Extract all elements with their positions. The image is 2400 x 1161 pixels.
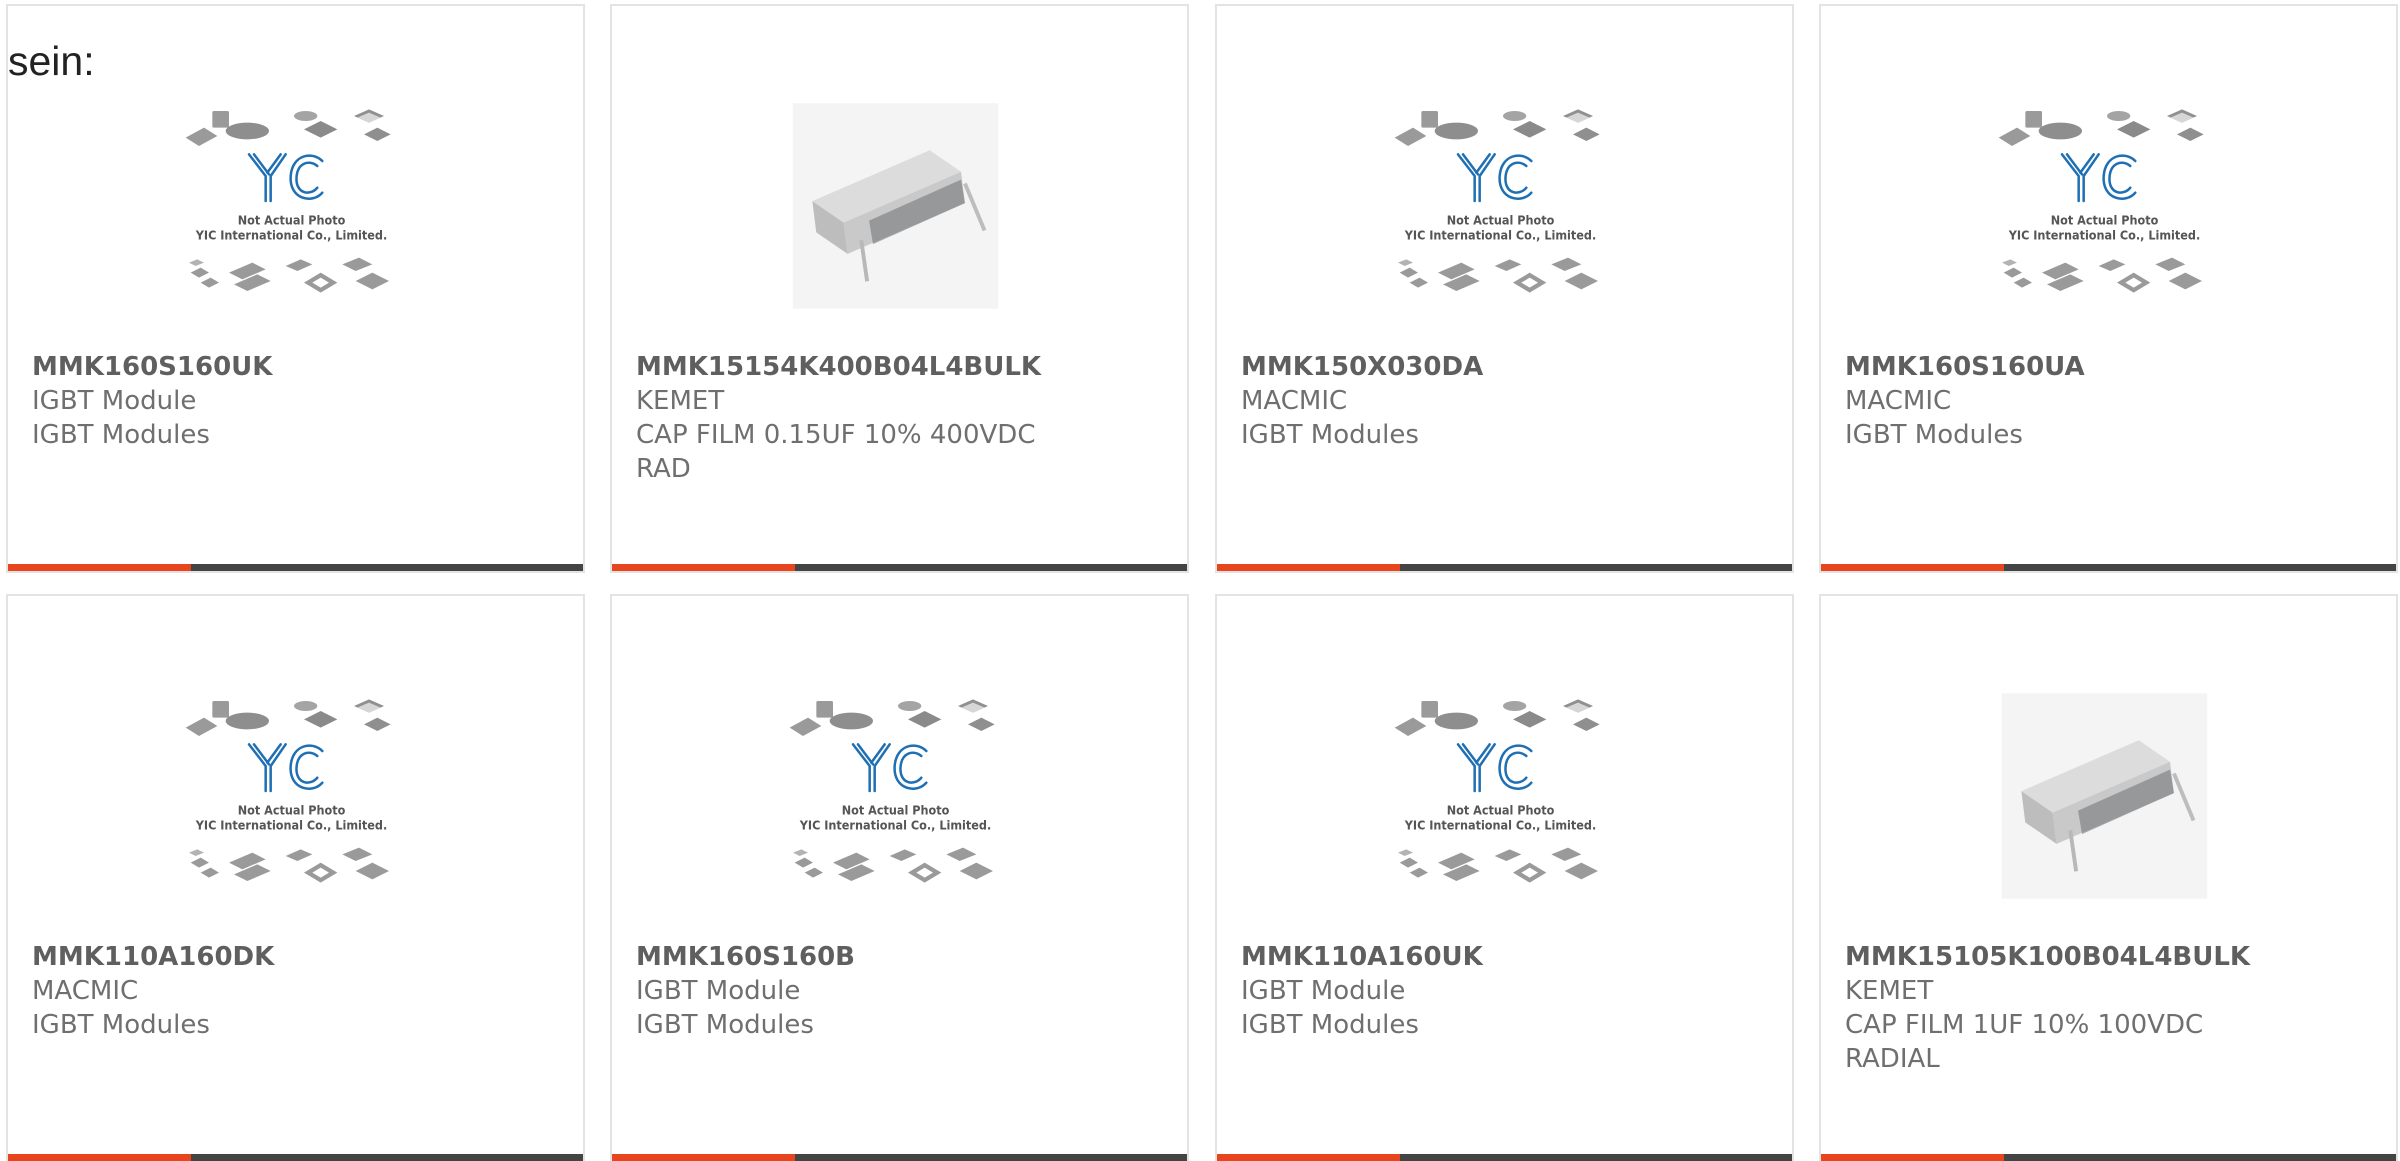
card-accent-bar: [1821, 1154, 2396, 1161]
card-accent-bar: [1821, 564, 2396, 571]
svg-text:YIC International Co., Limited: YIC International Co., Limited.: [799, 817, 992, 832]
product-description-cont: RADIAL: [1845, 1044, 1940, 1074]
not-actual-photo-placeholder: Not Actual Photo YIC International Co., …: [185, 109, 391, 293]
film-capacitor-photo: [792, 103, 999, 309]
product-manufacturer: IGBT Module: [636, 976, 801, 1006]
card-accent-bar: [1217, 564, 1792, 571]
product-description: IGBT Modules: [1241, 1010, 1419, 1040]
product-image[interactable]: Not Actual Photo YIC International Co., …: [783, 661, 1008, 931]
product-manufacturer: MACMIC: [1241, 386, 1348, 416]
product-part-number[interactable]: MMK15105K100B04L4BULK: [1845, 940, 2376, 974]
svg-text:YIC International Co., Limited: YIC International Co., Limited.: [195, 227, 388, 242]
product-description: IGBT Modules: [636, 1010, 814, 1040]
not-actual-photo-placeholder: Not Actual Photo YIC International Co., …: [1394, 699, 1600, 883]
svg-text:Not Actual Photo: Not Actual Photo: [2051, 212, 2159, 227]
product-manufacturer: KEMET: [636, 386, 725, 416]
card-accent-bar: [8, 1154, 583, 1161]
product-card[interactable]: Not Actual Photo YIC International Co., …: [610, 594, 1189, 1161]
svg-text:YIC International Co., Limited: YIC International Co., Limited.: [1404, 227, 1597, 242]
product-grid-page: sein: Not Actual Photo YIC International…: [0, 0, 2400, 1161]
card-accent-bar: [1217, 1154, 1792, 1161]
product-part-number[interactable]: MMK160S160UA: [1845, 350, 2376, 384]
card-accent-bar: [612, 564, 1187, 571]
svg-text:Not Actual Photo: Not Actual Photo: [238, 212, 346, 227]
product-image[interactable]: [783, 71, 1008, 341]
not-actual-photo-placeholder: Not Actual Photo YIC International Co., …: [789, 699, 995, 883]
svg-text:Not Actual Photo: Not Actual Photo: [842, 802, 950, 817]
svg-text:Not Actual Photo: Not Actual Photo: [238, 802, 346, 817]
product-part-number[interactable]: MMK110A160UK: [1241, 940, 1772, 974]
product-info: MMK160S160UK IGBT Module IGBT Modules: [32, 350, 563, 452]
product-info: MMK110A160DK MACMIC IGBT Modules: [32, 940, 563, 1042]
product-card[interactable]: Not Actual Photo YIC International Co., …: [6, 594, 585, 1161]
product-info: MMK150X030DA MACMIC IGBT Modules: [1241, 350, 1772, 452]
product-description: IGBT Modules: [1845, 420, 2023, 450]
product-card[interactable]: Not Actual Photo YIC International Co., …: [1819, 4, 2398, 573]
product-part-number[interactable]: MMK15154K400B04L4BULK: [636, 350, 1167, 384]
product-description: CAP FILM 1UF 10% 100VDC: [1845, 1010, 2204, 1040]
svg-text:Not Actual Photo: Not Actual Photo: [1447, 802, 1555, 817]
product-manufacturer: MACMIC: [32, 976, 139, 1006]
product-info: MMK15105K100B04L4BULK KEMET CAP FILM 1UF…: [1845, 940, 2376, 1076]
product-info: MMK160S160B IGBT Module IGBT Modules: [636, 940, 1167, 1042]
film-capacitor-photo: [2001, 693, 2208, 899]
product-manufacturer: MACMIC: [1845, 386, 1952, 416]
product-card[interactable]: MMK15105K100B04L4BULK KEMET CAP FILM 1UF…: [1819, 594, 2398, 1161]
product-image[interactable]: Not Actual Photo YIC International Co., …: [1388, 71, 1613, 341]
product-description-cont: RAD: [636, 454, 691, 484]
product-part-number[interactable]: MMK160S160UK: [32, 350, 563, 384]
product-description: CAP FILM 0.15UF 10% 400VDC: [636, 420, 1036, 450]
product-card[interactable]: Not Actual Photo YIC International Co., …: [1215, 4, 1794, 573]
not-actual-photo-placeholder: Not Actual Photo YIC International Co., …: [1394, 109, 1600, 293]
product-part-number[interactable]: MMK110A160DK: [32, 940, 563, 974]
product-image[interactable]: Not Actual Photo YIC International Co., …: [179, 661, 404, 931]
svg-text:YIC International Co., Limited: YIC International Co., Limited.: [1404, 817, 1597, 832]
product-manufacturer: IGBT Module: [1241, 976, 1406, 1006]
product-image[interactable]: [1992, 661, 2217, 931]
not-actual-photo-placeholder: Not Actual Photo YIC International Co., …: [185, 699, 391, 883]
svg-text:YIC International Co., Limited: YIC International Co., Limited.: [2008, 227, 2201, 242]
intro-text: sein:: [8, 38, 95, 84]
product-card[interactable]: Not Actual Photo YIC International Co., …: [6, 4, 585, 573]
product-image[interactable]: Not Actual Photo YIC International Co., …: [1992, 71, 2217, 341]
product-description: IGBT Modules: [32, 420, 210, 450]
product-info: MMK160S160UA MACMIC IGBT Modules: [1845, 350, 2376, 452]
product-image[interactable]: Not Actual Photo YIC International Co., …: [179, 71, 404, 341]
product-card[interactable]: Not Actual Photo YIC International Co., …: [1215, 594, 1794, 1161]
product-manufacturer: KEMET: [1845, 976, 1934, 1006]
product-part-number[interactable]: MMK160S160B: [636, 940, 1167, 974]
product-manufacturer: IGBT Module: [32, 386, 197, 416]
svg-text:Not Actual Photo: Not Actual Photo: [1447, 212, 1555, 227]
card-accent-bar: [8, 564, 583, 571]
product-card[interactable]: MMK15154K400B04L4BULK KEMET CAP FILM 0.1…: [610, 4, 1189, 573]
product-description: IGBT Modules: [32, 1010, 210, 1040]
not-actual-photo-placeholder: Not Actual Photo YIC International Co., …: [1998, 109, 2204, 293]
card-accent-bar: [612, 1154, 1187, 1161]
product-image[interactable]: Not Actual Photo YIC International Co., …: [1388, 661, 1613, 931]
product-info: MMK15154K400B04L4BULK KEMET CAP FILM 0.1…: [636, 350, 1167, 486]
product-info: MMK110A160UK IGBT Module IGBT Modules: [1241, 940, 1772, 1042]
product-part-number[interactable]: MMK150X030DA: [1241, 350, 1772, 384]
product-description: IGBT Modules: [1241, 420, 1419, 450]
svg-text:YIC International Co., Limited: YIC International Co., Limited.: [195, 817, 388, 832]
